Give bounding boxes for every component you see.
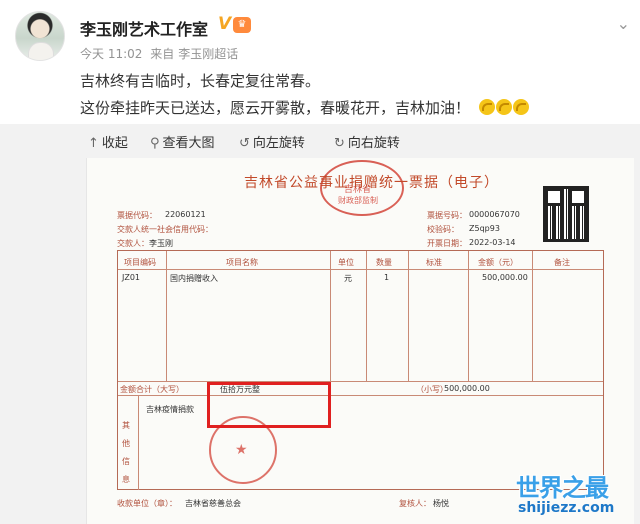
table-header-divider — [118, 269, 603, 270]
post-meta: 今天 11:02 来自 李玉刚超话 — [80, 45, 242, 62]
muscle-emoji-icon — [495, 98, 512, 115]
view-large-label: 查看大图 — [162, 136, 215, 151]
table-other-divider — [118, 395, 603, 396]
row-code: JZ01 — [122, 273, 141, 282]
post-text-line2: 这份牵挂昨天已送达，愿云开雾散，春暖花开，吉林加油！ — [80, 97, 530, 119]
post-text-line1: 吉林终有吉临时，长春定复往常春。 — [80, 72, 321, 90]
row-name: 国内捐赠收入 — [170, 274, 218, 283]
col-header-qty: 数量 — [376, 258, 392, 267]
post-time: 今天 11:02 — [80, 47, 143, 61]
table-col-divider — [166, 251, 167, 381]
check-value: Z5qp93 — [469, 224, 500, 233]
receiver-label: 收款单位（章）： — [117, 499, 177, 508]
table-col-divider — [330, 251, 331, 381]
rotate-right-icon: ↻ — [334, 136, 345, 151]
muscle-emoji-icon — [512, 98, 529, 115]
code-value: 22060121 — [165, 210, 206, 219]
table-col-divider — [366, 251, 367, 381]
table-col-divider — [468, 251, 469, 381]
member-level-icon: ♛ — [233, 17, 251, 33]
collapse-label: 收起 — [101, 136, 128, 151]
total-label: 金额合计（大写） — [120, 385, 184, 394]
receipt-title: 吉林省公益事业捐赠统一票据（电子） — [244, 175, 499, 191]
number-value: 0000067070 — [469, 210, 520, 219]
code-label: 票据代码： — [117, 211, 157, 220]
rotate-right-button[interactable]: ↻ 向右旋转 — [334, 132, 400, 151]
table-col-divider — [408, 251, 409, 381]
rotate-left-icon: ↺ — [239, 136, 250, 151]
chevron-up-icon: ↑ — [88, 136, 99, 151]
row-unit: 元 — [344, 274, 352, 283]
image-toolbar: ↑ 收起 ⚲ 查看大图 ↺ 向左旋转 ↻ 向右旋转 — [0, 124, 640, 158]
payer-credit-label: 交款人统一社会信用代码： — [117, 225, 213, 234]
col-header-unit: 单位 — [338, 258, 354, 267]
author-avatar[interactable] — [15, 11, 65, 61]
other-info-value: 吉林疫情捐款 — [146, 405, 194, 414]
table-other-label-divider — [138, 395, 139, 490]
post-source-link[interactable]: 李玉刚超话 — [178, 47, 238, 61]
source-prefix: 来自 — [150, 47, 175, 61]
table-col-divider — [532, 251, 533, 381]
rotate-right-label: 向右旋转 — [347, 136, 400, 151]
collapse-button[interactable]: ↑ 收起 — [88, 132, 128, 151]
other-info-label: 其他信息 — [122, 421, 130, 484]
col-header-code: 项目编码 — [124, 258, 156, 267]
site-watermark: 世界之最 shijiezz.com — [512, 462, 640, 524]
muscle-emoji-row — [478, 98, 530, 119]
avatar-figure — [28, 42, 54, 60]
reviewer-value: 杨悦 — [433, 499, 449, 508]
view-large-button[interactable]: ⚲ 查看大图 — [150, 132, 215, 151]
date-value: 2022-03-14 — [469, 238, 516, 247]
seal-text-supervisor: 财政部监制 — [338, 196, 378, 205]
author-name[interactable]: 李玉刚艺术工作室 — [80, 16, 208, 40]
row-amount: 500,000.00 — [482, 273, 528, 282]
watermark-url: shijiezz.com — [518, 500, 615, 516]
col-header-amount: 金额（元） — [478, 258, 518, 267]
col-header-name: 项目名称 — [226, 258, 258, 267]
col-header-note: 备注 — [554, 258, 570, 267]
payer-label: 交款人： — [117, 239, 149, 248]
total-lower-value: 500,000.00 — [444, 384, 490, 393]
table-total-divider — [118, 381, 603, 382]
magnifier-icon: ⚲ — [150, 136, 160, 151]
check-label: 校验码： — [427, 225, 459, 234]
payer-value: 李玉刚 — [149, 239, 173, 248]
row-qty: 1 — [384, 273, 390, 282]
qr-code-icon — [543, 186, 589, 242]
receiver-value: 吉林省慈善总会 — [185, 499, 241, 508]
red-highlight-box — [207, 382, 331, 428]
watermark-logo-text: 世界之最 — [516, 474, 609, 502]
receipt-table: 项目编码 项目名称 单位 数量 标准 金额（元） 备注 JZ01 国内捐赠收入 … — [117, 250, 604, 490]
number-label: 票据号码： — [427, 211, 467, 220]
verified-v-icon: V — [218, 14, 232, 34]
col-header-standard: 标准 — [426, 258, 442, 267]
seal-star-icon: ★ — [235, 442, 248, 458]
date-label: 开票日期： — [427, 239, 467, 248]
rotate-left-button[interactable]: ↺ 向左旋转 — [239, 132, 305, 151]
chevron-down-icon[interactable]: ⌄ — [617, 14, 630, 33]
muscle-emoji-icon — [478, 98, 495, 115]
reviewer-label: 复核人： — [399, 499, 431, 508]
rotate-left-label: 向左旋转 — [252, 136, 305, 151]
post-text-line2-content: 这份牵挂昨天已送达，愿云开雾散，春暖花开，吉林加油！ — [80, 99, 471, 117]
